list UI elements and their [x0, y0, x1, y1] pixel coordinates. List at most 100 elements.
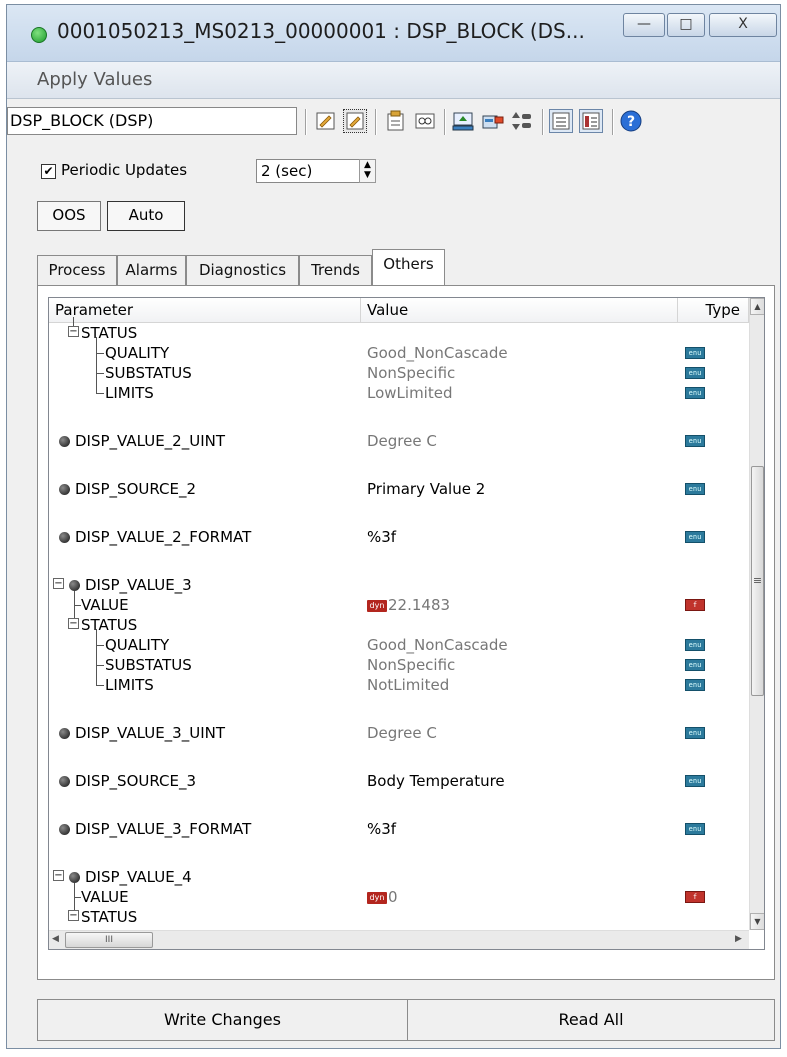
table-row[interactable]: DISP_SOURCE_2 Primary Value 2 enu	[49, 479, 749, 499]
float-type-icon: f	[685, 891, 705, 903]
parameter-bullet-icon	[59, 728, 70, 739]
edit-icon[interactable]	[314, 109, 338, 133]
table-row[interactable]: VALUE dyn 0 f	[49, 883, 749, 919]
table-row[interactable]: LIMITS LowLimited enu	[49, 383, 749, 403]
collapse-icon[interactable]: −	[53, 870, 64, 881]
tab-diagnostics[interactable]: Diagnostics	[186, 255, 299, 285]
enum-type-icon: enu	[685, 531, 705, 543]
window-title: 0001050213_MS0213_00000001 : DSP_BLOCK (…	[57, 19, 585, 43]
toolbar-separator	[375, 109, 376, 135]
table-row[interactable]: DISP_SOURCE_3 Body Temperature enu	[49, 771, 749, 791]
periodic-updates-checkbox[interactable]: ✔	[41, 164, 56, 179]
enum-type-icon: enu	[685, 367, 705, 379]
view-icon[interactable]	[413, 109, 437, 133]
dynamic-value-icon: dyn	[367, 599, 387, 612]
list-view-icon[interactable]	[549, 109, 573, 133]
enum-type-icon: enu	[685, 659, 705, 671]
table-row[interactable]: − DISP_VALUE_3	[49, 575, 749, 595]
toolbar-separator	[612, 109, 613, 135]
parameter-bullet-icon	[59, 484, 70, 495]
scroll-up-icon[interactable]: ▲	[750, 298, 764, 315]
toolbar-separator	[542, 109, 543, 135]
table-row[interactable]: SUBSTATUS NonSpecific enu	[49, 655, 749, 675]
table-row[interactable]: DISP_VALUE_3_UINT Degree C enu	[49, 723, 749, 743]
horizontal-scroll-thumb[interactable]: III	[65, 932, 153, 948]
parameter-bullet-icon	[69, 872, 80, 883]
float-type-icon: f	[685, 599, 705, 611]
collapse-icon[interactable]: −	[53, 578, 64, 589]
table-row[interactable]: LIMITS NotLimited enu	[49, 675, 749, 695]
table-row[interactable]: QUALITY Good_NonCascade enu	[49, 629, 749, 675]
grid-header: Parameter Value Type	[49, 298, 749, 323]
enum-type-icon: enu	[685, 823, 705, 835]
table-row[interactable]: − DISP_VALUE_4	[49, 867, 749, 887]
enum-type-icon: enu	[685, 435, 705, 447]
minimize-button[interactable]: —	[623, 13, 665, 37]
write-changes-button[interactable]: Write Changes	[38, 1000, 408, 1040]
collapse-icon[interactable]: −	[68, 910, 79, 921]
vertical-scrollbar[interactable]: ▲ ≡ ▼	[749, 298, 764, 930]
tab-alarms[interactable]: Alarms	[117, 255, 186, 285]
table-row[interactable]: SUBSTATUS NonSpecific enu	[49, 363, 749, 383]
enum-type-icon: enu	[685, 639, 705, 651]
enum-type-icon: enu	[685, 679, 705, 691]
collapse-icon[interactable]: −	[68, 618, 79, 629]
column-type[interactable]: Type	[678, 298, 749, 322]
scroll-left-icon[interactable]: ◀	[52, 934, 59, 944]
download-device-icon[interactable]	[481, 109, 505, 133]
interval-spinner[interactable]: ▲ ▼	[359, 159, 376, 183]
oos-button[interactable]: OOS	[37, 201, 101, 231]
parameter-bullet-icon	[59, 776, 70, 787]
close-button[interactable]: X	[709, 13, 777, 37]
read-all-button[interactable]: Read All	[408, 1000, 774, 1040]
enum-type-icon: enu	[685, 727, 705, 739]
table-row[interactable]: − STATUS	[49, 615, 749, 635]
column-value[interactable]: Value	[361, 298, 678, 322]
column-parameter[interactable]: Parameter	[49, 298, 361, 322]
table-row[interactable]: − STATUS	[49, 907, 749, 927]
edit-all-icon[interactable]	[343, 109, 367, 133]
collapse-icon[interactable]: −	[68, 326, 79, 337]
maximize-button[interactable]: □	[667, 13, 705, 37]
transfer-icon[interactable]	[510, 109, 534, 133]
update-interval-field[interactable]: 2 (sec)	[256, 159, 360, 183]
horizontal-scrollbar[interactable]: ◀ III ▶	[49, 930, 749, 949]
action-bar: Write Changes Read All	[37, 999, 775, 1041]
enum-type-icon: enu	[685, 387, 705, 399]
tab-trends[interactable]: Trends	[299, 255, 372, 285]
tab-process[interactable]: Process	[37, 255, 117, 285]
apply-values-menu[interactable]: Apply Values	[7, 62, 780, 99]
parameter-grid: Parameter Value Type − STATUS QUALITY Go…	[48, 297, 765, 950]
table-row[interactable]: DISP_VALUE_3_FORMAT %3f enu	[49, 819, 749, 839]
table-row[interactable]: QUALITY Good_NonCascade enu	[49, 337, 749, 383]
enum-type-icon: enu	[685, 775, 705, 787]
toolbar-separator	[305, 109, 306, 135]
upload-device-icon[interactable]	[451, 109, 475, 133]
periodic-updates-label: Periodic Updates	[61, 161, 188, 179]
apply-values-label: Apply Values	[37, 69, 153, 90]
periodic-updates-row: ✔ Periodic Updates 2 (sec) ▲ ▼	[7, 153, 780, 183]
dynamic-value-icon: dyn	[367, 891, 387, 904]
vertical-scroll-thumb[interactable]: ≡	[751, 466, 764, 696]
clipboard-icon[interactable]	[383, 109, 407, 133]
detail-view-icon[interactable]	[579, 109, 603, 133]
block-name-field[interactable]: DSP_BLOCK (DSP)	[7, 107, 297, 135]
parameter-bullet-icon	[59, 436, 70, 447]
parameter-bullet-icon	[59, 824, 70, 835]
parameter-bullet-icon	[69, 580, 80, 591]
table-row[interactable]: DISP_VALUE_2_FORMAT %3f enu	[49, 527, 749, 547]
enum-type-icon: enu	[685, 347, 705, 359]
title-bar[interactable]: 0001050213_MS0213_00000001 : DSP_BLOCK (…	[7, 5, 780, 62]
scroll-down-icon[interactable]: ▼	[750, 913, 764, 930]
table-row[interactable]: DISP_VALUE_2_UINT Degree C enu	[49, 431, 749, 451]
auto-button[interactable]: Auto	[107, 201, 185, 231]
table-row[interactable]: VALUE dyn 22.1483 f	[49, 591, 749, 627]
svg-text:?: ?	[627, 114, 635, 130]
tab-others[interactable]: Others	[372, 249, 445, 286]
toolbar: DSP_BLOCK (DSP) ?	[7, 99, 780, 147]
table-row[interactable]: − STATUS	[49, 317, 749, 343]
status-dot-icon	[31, 27, 47, 43]
dsp-block-window: 0001050213_MS0213_00000001 : DSP_BLOCK (…	[6, 4, 781, 1049]
scroll-right-icon[interactable]: ▶	[735, 934, 742, 944]
help-icon[interactable]: ?	[619, 109, 643, 133]
